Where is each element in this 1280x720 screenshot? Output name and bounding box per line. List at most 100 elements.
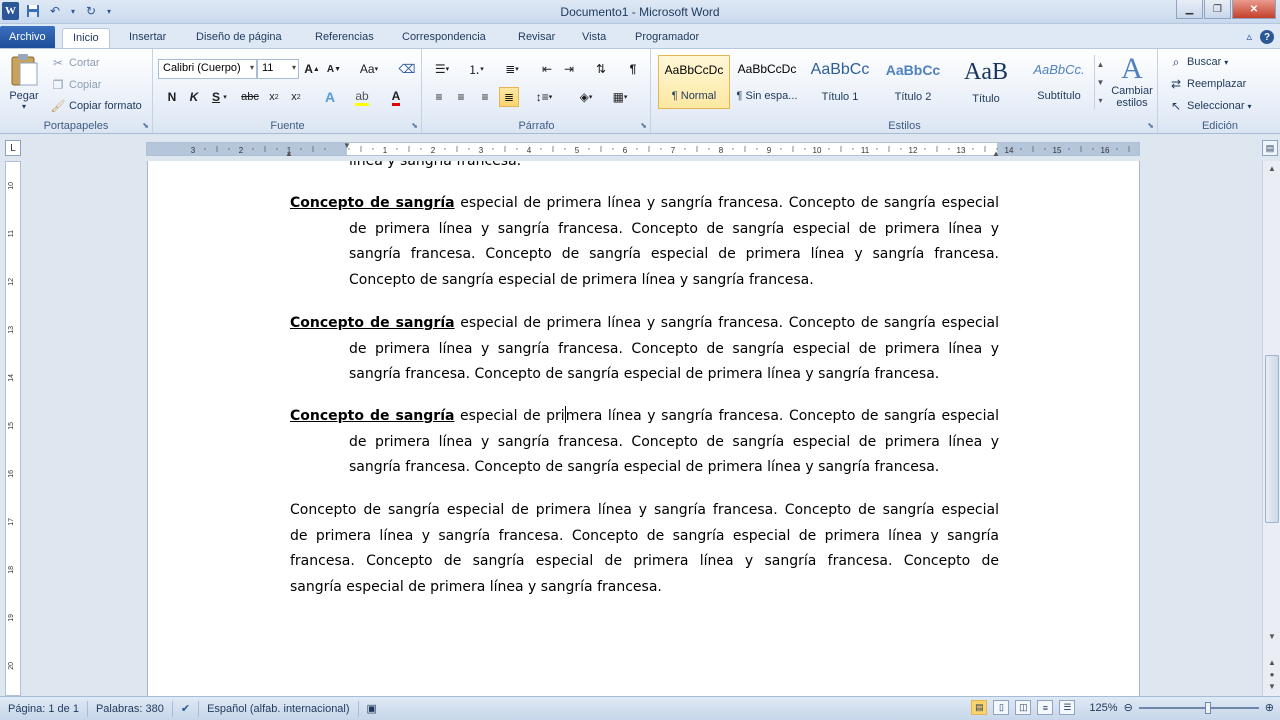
zoom-slider[interactable] (1138, 701, 1259, 714)
window-title: Documento1 - Microsoft Word (560, 5, 720, 19)
paste-button[interactable]: Pegar ▾ (6, 53, 42, 111)
ruler-number: 2 (239, 146, 244, 155)
print-layout-view-icon[interactable]: ▤ (971, 700, 988, 715)
style-titulo-1[interactable]: AaBbCc Título 1 (804, 55, 876, 109)
scroll-up-icon[interactable]: ▲ (1264, 161, 1280, 175)
select-button[interactable]: ↖ Seleccionar ▾ (1168, 98, 1252, 114)
dialog-launcher-icon[interactable]: ⬊ (411, 121, 418, 130)
chevron-down-icon[interactable]: ▾ (220, 87, 230, 107)
italic-button[interactable]: K (184, 87, 204, 107)
macro-recording[interactable]: ▣ (359, 701, 385, 717)
align-center-button[interactable]: ≡ (451, 87, 471, 107)
horizontal-ruler[interactable]: 3211234567891011121314151617 ▼ ▲ ▲ (146, 141, 1140, 158)
dialog-launcher-icon[interactable]: ⬊ (1147, 121, 1154, 130)
zoom-in-icon[interactable]: ⊕ (1265, 701, 1274, 714)
word-count[interactable]: Palabras: 380 (88, 700, 173, 717)
gallery-scroll[interactable]: ▲ ▼ ▾ (1094, 55, 1106, 109)
highlight-button[interactable]: ab (352, 87, 372, 107)
zoom-level[interactable]: 125% (1089, 702, 1117, 714)
language[interactable]: Español (alfab. internacional) (199, 700, 359, 717)
style-titulo[interactable]: AaB Título (950, 55, 1022, 109)
maximize-button[interactable]: ❐ (1204, 0, 1231, 19)
chevron-down-icon: ▾ (1247, 101, 1252, 111)
chevron-down-icon[interactable]: ▼ (1097, 78, 1105, 87)
tab-diseno-de-pagina[interactable]: Diseño de página (186, 28, 292, 48)
change-case-button[interactable]: Aa ▾ (356, 59, 382, 79)
subscript-button[interactable]: x2 (264, 87, 284, 107)
tab-inicio[interactable]: Inicio (62, 28, 110, 49)
strikethrough-button[interactable]: abc (240, 87, 260, 107)
full-screen-reading-icon[interactable]: ▯ (993, 700, 1010, 715)
draft-view-icon[interactable]: ☰ (1059, 700, 1076, 715)
first-line-indent-marker[interactable]: ▼ (343, 141, 351, 150)
scroll-thumb[interactable] (1265, 355, 1279, 523)
clipboard-icon (9, 53, 39, 90)
show-formatting-button[interactable]: ¶ (623, 59, 643, 79)
vertical-ruler[interactable]: 10 11 12 13 14 15 16 17 18 19 20 (5, 161, 21, 696)
bullets-button[interactable]: ☰ ▾ (429, 59, 455, 79)
superscript-button[interactable]: x2 (286, 87, 306, 107)
shading-button[interactable]: ◈ ▾ (573, 87, 599, 107)
clear-formatting-icon[interactable]: ⌫ (397, 59, 417, 79)
replace-button[interactable]: ⇄ Reemplazar (1168, 76, 1246, 92)
copy-button[interactable]: ❐ Copiar (50, 77, 102, 93)
document-page[interactable]: línea y sangría francesa. Concepto de sa… (147, 161, 1140, 696)
scroll-down-icon[interactable]: ▼ (1264, 629, 1280, 643)
style-sin-espaciado[interactable]: AaBbCcDc ¶ Sin espa... (731, 55, 803, 109)
close-button[interactable]: ✕ (1232, 0, 1276, 19)
justify-button[interactable]: ≣ (499, 87, 519, 107)
next-page-icon[interactable]: ▼ (1264, 679, 1280, 693)
style-normal[interactable]: AaBbCcDc ¶ Normal (658, 55, 730, 109)
more-icon[interactable]: ▾ (1098, 96, 1102, 105)
hanging-indent-marker[interactable]: ▲ (285, 149, 293, 158)
view-ruler-button[interactable]: ▤ (1262, 140, 1278, 156)
chevron-up-icon[interactable]: ▲ (1097, 60, 1105, 69)
font-color-button[interactable]: A (386, 87, 406, 107)
tab-revisar[interactable]: Revisar (508, 28, 565, 48)
format-painter-button[interactable]: 🖌 Copiar formato (50, 98, 141, 114)
bold-button[interactable]: N (162, 87, 182, 107)
shrink-font-button[interactable]: A ▼ (324, 59, 344, 79)
help-icon[interactable]: ? (1260, 30, 1274, 44)
tab-vista[interactable]: Vista (572, 28, 616, 48)
style-titulo-2[interactable]: AaBbCc Título 2 (877, 55, 949, 109)
line-spacing-button[interactable]: ↕≡ ▾ (531, 87, 557, 107)
tab-insertar[interactable]: Insertar (119, 28, 176, 48)
tab-correspondencia[interactable]: Correspondencia (392, 28, 496, 48)
proofing-status[interactable]: ✔ (173, 700, 200, 717)
align-right-button[interactable]: ≡ (475, 87, 495, 107)
multilevel-list-button[interactable]: ≣ ▾ (499, 59, 525, 79)
text-line: de primera línea y sangría francesa. Con… (290, 527, 999, 544)
align-left-button[interactable]: ≡ (429, 87, 449, 107)
zoom-slider-knob[interactable] (1204, 701, 1211, 714)
page-count[interactable]: Página: 1 de 1 (0, 700, 88, 717)
change-styles-button[interactable]: A Cambiar estilos (1110, 53, 1154, 110)
find-button[interactable]: ⌕ Buscar ▾ (1168, 54, 1229, 70)
decrease-indent-button[interactable]: ⇤ (537, 59, 557, 79)
copy-icon: ❐ (52, 78, 64, 92)
web-layout-icon[interactable]: ◫ (1015, 700, 1032, 715)
tab-programador[interactable]: Programador (625, 28, 709, 48)
increase-indent-button[interactable]: ⇥ (559, 59, 579, 79)
dialog-launcher-icon[interactable]: ⬊ (142, 121, 149, 130)
tab-referencias[interactable]: Referencias (305, 28, 384, 48)
cut-button[interactable]: ✂ Cortar (50, 55, 100, 71)
minimize-button[interactable]: ▁ (1176, 0, 1203, 19)
ruler-number: 12 (909, 146, 918, 155)
style-subtitulo[interactable]: AaBbCc. Subtítulo (1023, 55, 1095, 109)
borders-button[interactable]: ▦ ▾ (607, 87, 633, 107)
zoom-out-icon[interactable]: ⊖ (1124, 701, 1133, 714)
text-effects-button[interactable]: A (320, 87, 340, 107)
grow-font-button[interactable]: A ▲ (302, 59, 322, 79)
outline-view-icon[interactable]: ≡ (1037, 700, 1054, 715)
minimize-ribbon-icon[interactable]: ▵ (1246, 30, 1252, 44)
right-indent-marker[interactable]: ▲ (992, 149, 1000, 158)
numbering-button[interactable]: ⒈ ▾ (463, 59, 489, 79)
tab-selector-button[interactable]: L (5, 140, 21, 156)
tab-archivo[interactable]: Archivo (0, 26, 55, 48)
vertical-scrollbar[interactable]: ▲ ▼ ▲ ● ▼ (1262, 161, 1280, 696)
dialog-launcher-icon[interactable]: ⬊ (640, 121, 647, 130)
font-name-combo[interactable]: Calibri (Cuerpo) ▾ (158, 59, 257, 79)
sort-button[interactable]: ⇅ (591, 59, 611, 79)
font-size-combo[interactable]: 11 ▾ (257, 59, 299, 79)
